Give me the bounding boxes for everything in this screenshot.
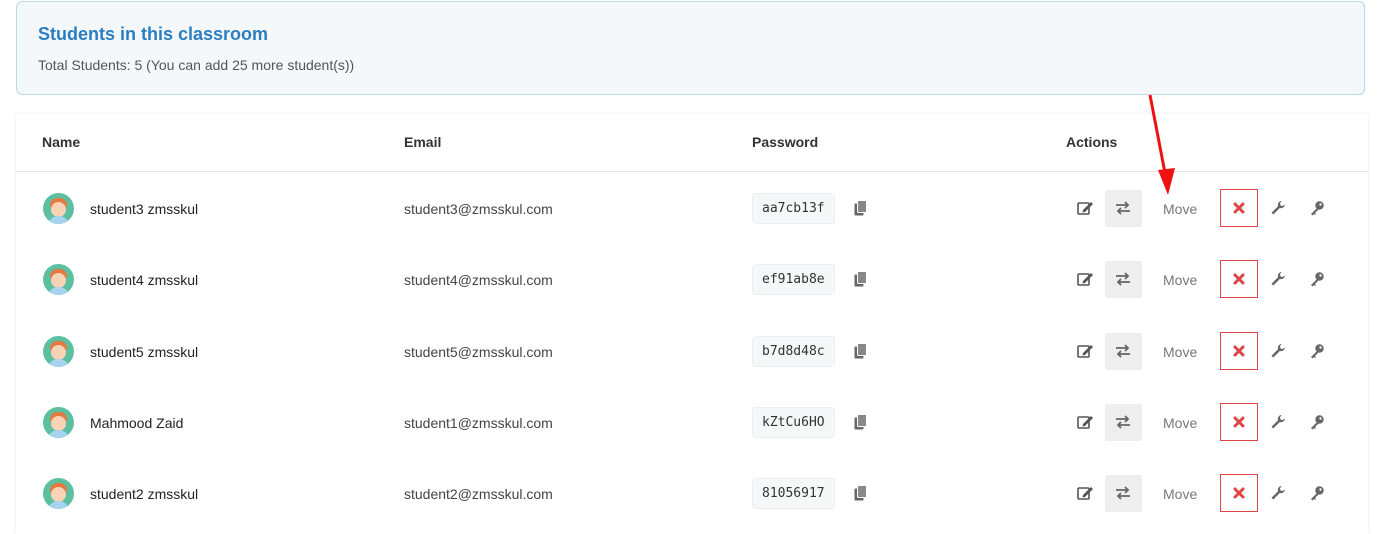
delete-student-button[interactable] bbox=[1220, 332, 1258, 370]
students-table: Name Email Password Actions student3 zms… bbox=[16, 114, 1368, 534]
password-code: ef91ab8e bbox=[752, 264, 835, 295]
student-avatar bbox=[43, 193, 74, 224]
student-email: student1@zmsskul.com bbox=[404, 415, 553, 431]
header-email: Email bbox=[404, 134, 442, 150]
swap-arrows-button[interactable] bbox=[1105, 261, 1142, 298]
student-email: student2@zmsskul.com bbox=[404, 486, 553, 502]
delete-student-button[interactable] bbox=[1220, 403, 1258, 441]
table-row: student5 zmsskul student5@zmsskul.com b7d8… bbox=[16, 316, 1368, 387]
move-link[interactable]: Move bbox=[1163, 415, 1197, 431]
edit-icon[interactable] bbox=[1077, 414, 1094, 430]
student-name: student4 zmsskul bbox=[90, 272, 199, 288]
move-link[interactable]: Move bbox=[1163, 486, 1197, 502]
student-avatar bbox=[43, 336, 74, 367]
key-icon[interactable] bbox=[1309, 200, 1325, 216]
password-code: 81056917 bbox=[752, 478, 835, 509]
swap-arrows-button[interactable] bbox=[1105, 333, 1142, 370]
table-header: Name Email Password Actions bbox=[16, 114, 1368, 172]
student-avatar bbox=[43, 407, 74, 438]
delete-student-button[interactable] bbox=[1220, 474, 1258, 512]
student-email: student4@zmsskul.com bbox=[404, 272, 553, 288]
header-password: Password bbox=[752, 134, 819, 150]
copy-icon[interactable] bbox=[854, 200, 868, 216]
panel-title: Students in this classroom bbox=[38, 24, 269, 44]
copy-icon[interactable] bbox=[854, 271, 868, 287]
key-icon[interactable] bbox=[1309, 271, 1325, 287]
student-name: Mahmood Zaid bbox=[90, 415, 184, 431]
wrench-icon[interactable] bbox=[1270, 414, 1286, 430]
password-code: b7d8d48c bbox=[752, 336, 835, 367]
move-link[interactable]: Move bbox=[1163, 344, 1197, 360]
header-actions: Actions bbox=[1066, 134, 1118, 150]
student-avatar bbox=[43, 264, 74, 295]
student-email: student3@zmsskul.com bbox=[404, 201, 553, 217]
swap-arrows-button[interactable] bbox=[1105, 475, 1142, 512]
table-row: student2 zmsskul student2@zmsskul.com 8105… bbox=[16, 458, 1368, 529]
key-icon[interactable] bbox=[1309, 485, 1325, 501]
swap-arrows-button[interactable] bbox=[1105, 190, 1142, 227]
classroom-info-panel: Students in this classroom Total Student… bbox=[16, 1, 1365, 95]
copy-icon[interactable] bbox=[854, 414, 868, 430]
move-link[interactable]: Move bbox=[1163, 272, 1197, 288]
student-name: student3 zmsskul bbox=[90, 201, 199, 217]
copy-icon[interactable] bbox=[854, 485, 868, 501]
student-email: student5@zmsskul.com bbox=[404, 344, 553, 360]
student-name: student5 zmsskul bbox=[90, 344, 199, 360]
edit-icon[interactable] bbox=[1077, 200, 1094, 216]
table-row: Mahmood Zaid student1@zmsskul.com kZtCu6HO… bbox=[16, 387, 1368, 458]
password-code: aa7cb13f bbox=[752, 193, 835, 224]
move-link[interactable]: Move bbox=[1163, 201, 1197, 217]
copy-icon[interactable] bbox=[854, 343, 868, 359]
key-icon[interactable] bbox=[1309, 414, 1325, 430]
delete-student-button[interactable] bbox=[1220, 260, 1258, 298]
edit-icon[interactable] bbox=[1077, 485, 1094, 501]
swap-arrows-button[interactable] bbox=[1105, 404, 1142, 441]
student-name: student2 zmsskul bbox=[90, 486, 199, 502]
wrench-icon[interactable] bbox=[1270, 343, 1286, 359]
wrench-icon[interactable] bbox=[1270, 200, 1286, 216]
delete-student-button[interactable] bbox=[1220, 189, 1258, 227]
key-icon[interactable] bbox=[1309, 343, 1325, 359]
password-code: kZtCu6HO bbox=[752, 407, 835, 438]
student-count-text: Total Students: 5 (You can add 25 more s… bbox=[38, 57, 355, 73]
wrench-icon[interactable] bbox=[1270, 271, 1286, 287]
edit-icon[interactable] bbox=[1077, 271, 1094, 287]
header-name: Name bbox=[42, 134, 81, 150]
edit-icon[interactable] bbox=[1077, 343, 1094, 359]
table-row: student4 zmsskul student4@zmsskul.com ef91… bbox=[16, 244, 1368, 315]
wrench-icon[interactable] bbox=[1270, 485, 1286, 501]
student-avatar bbox=[43, 478, 74, 509]
table-row: student3 zmsskul student3@zmsskul.com aa7c… bbox=[16, 173, 1368, 244]
